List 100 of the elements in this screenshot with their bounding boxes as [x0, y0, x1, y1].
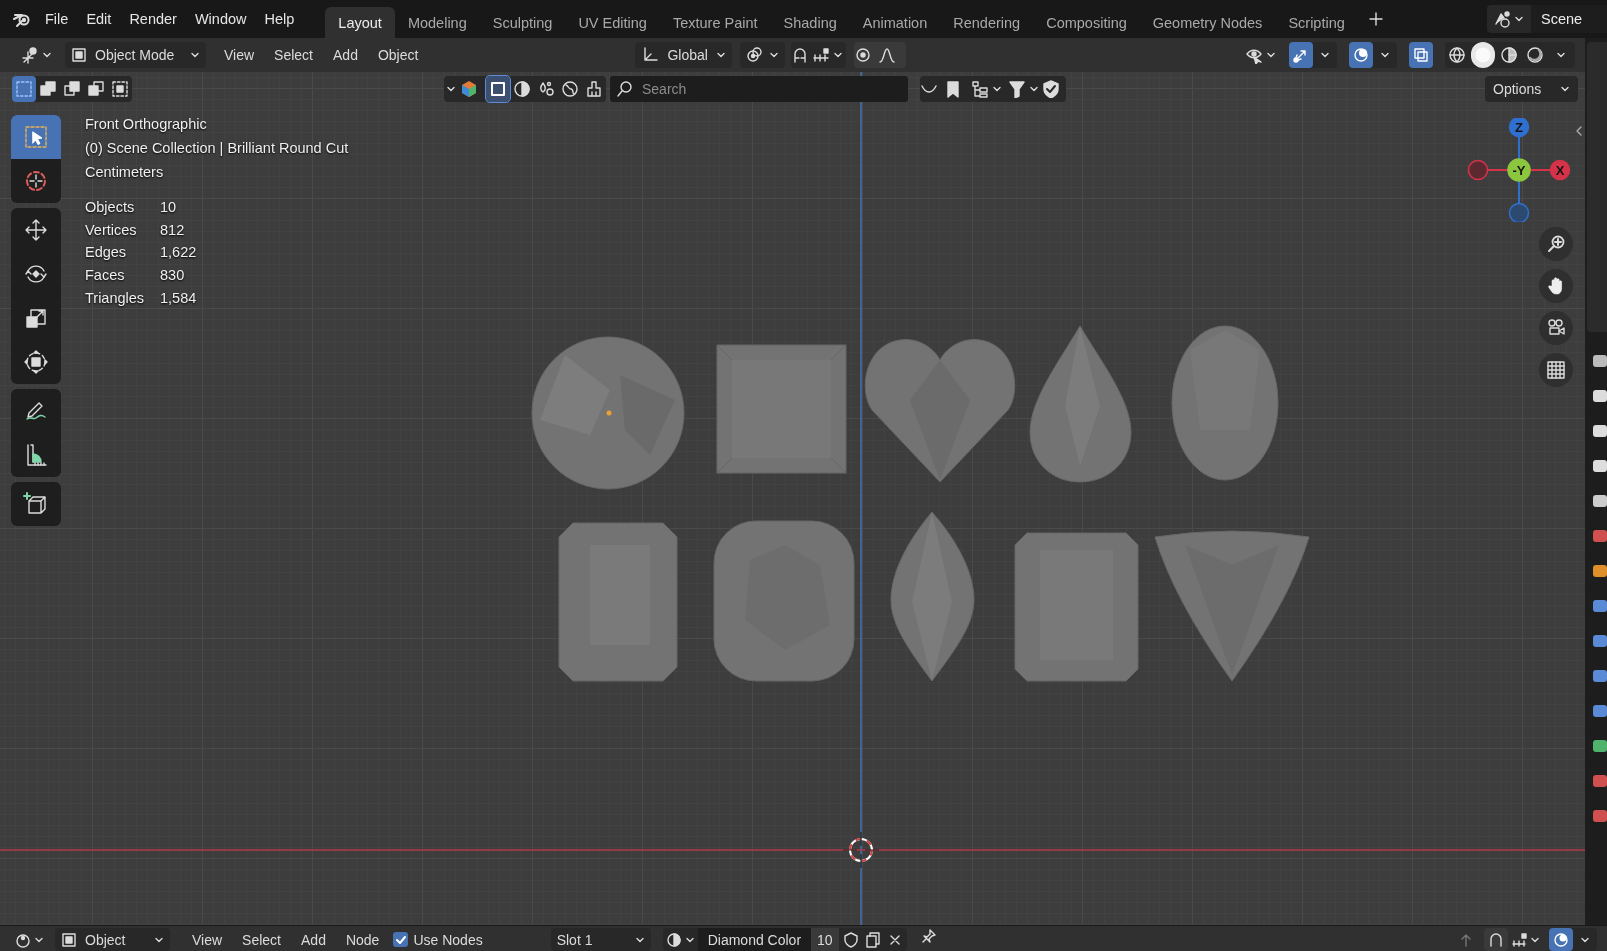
menu-item[interactable]: Node: [335, 928, 390, 951]
stat-label: Objects: [85, 198, 136, 217]
orientation-dropdown[interactable]: Global: [635, 42, 733, 68]
zoom-button[interactable]: [1539, 227, 1573, 261]
menu-item[interactable]: View: [182, 928, 233, 951]
add-icon[interactable]: [1367, 11, 1384, 27]
axis-button[interactable]: Z: [1508, 118, 1530, 138]
select-box-tool[interactable]: [11, 115, 61, 159]
camera-button[interactable]: [1539, 311, 1573, 345]
stat-value: 1,584: [160, 288, 198, 308]
workspace-tab[interactable]: Compositing: [1033, 7, 1140, 38]
menu-item[interactable]: Add: [291, 928, 336, 951]
search-field[interactable]: Search: [610, 75, 908, 102]
axis-button[interactable]: X: [1549, 159, 1571, 181]
workspace-tab[interactable]: Texture Paint: [659, 7, 771, 38]
menu-item[interactable]: Edit: [77, 6, 121, 32]
extend-selection-icon: [39, 79, 57, 98]
user-count[interactable]: 10: [811, 928, 839, 951]
shield-icon[interactable]: [1042, 79, 1060, 98]
axis-button[interactable]: [1467, 159, 1489, 181]
node-icon: [537, 79, 555, 98]
caret-icon: [1266, 50, 1276, 60]
proportional-icon[interactable]: [854, 46, 873, 64]
workspace-tab[interactable]: Shading: [770, 7, 850, 38]
properties-tab-icon[interactable]: [1591, 494, 1607, 508]
grid-button[interactable]: [1539, 353, 1573, 387]
menu-item[interactable]: View: [214, 42, 265, 68]
material-icon: [665, 931, 682, 948]
wireframe-sphere-icon: [1448, 46, 1466, 64]
object-icon: [71, 47, 87, 63]
scene-browse-button[interactable]: [1487, 5, 1531, 33]
properties-tab-icon[interactable]: [1591, 354, 1607, 368]
check-icon: [394, 933, 407, 946]
object-dropdown[interactable]: Object: [55, 928, 170, 951]
material-name-field[interactable]: Diamond Color: [697, 928, 812, 951]
workspace-tab[interactable]: UV Editing: [565, 7, 660, 38]
menu-item[interactable]: Add: [323, 42, 368, 68]
properties-tab-icon[interactable]: [1591, 564, 1607, 578]
magnet-icon: [1488, 931, 1504, 948]
caret-icon: [1514, 14, 1524, 24]
workspace-tab[interactable]: Sculpting: [479, 7, 566, 38]
caret-icon: [1380, 50, 1390, 60]
xray-toggle[interactable]: [1409, 42, 1433, 68]
invert-selection-icon: [87, 79, 105, 98]
bookmark-icon[interactable]: [944, 79, 962, 98]
workspace-tab[interactable]: Scripting: [1275, 7, 1358, 38]
menu-item[interactable]: File: [36, 6, 78, 32]
properties-tab-icon[interactable]: [1591, 424, 1607, 438]
workspace-tab[interactable]: Layout: [325, 7, 395, 38]
properties-tab-icon[interactable]: [1591, 389, 1607, 403]
properties-tab-icon[interactable]: [1591, 739, 1607, 753]
transform-icon: [23, 349, 49, 375]
axis-button[interactable]: -Y: [1507, 158, 1531, 182]
chevron-icon[interactable]: [1574, 125, 1584, 137]
scene-name-field[interactable]: Scene: [1531, 5, 1607, 33]
workspace-tab[interactable]: Modeling: [394, 7, 480, 38]
object-icon: [489, 79, 507, 98]
falloff-icon[interactable]: [878, 46, 897, 64]
checkbox[interactable]: [393, 932, 409, 947]
xray-icon: [1412, 46, 1430, 64]
menu-item[interactable]: Select: [264, 42, 323, 68]
checkbox-label: Use Nodes: [413, 931, 483, 948]
pin-icon[interactable]: [920, 928, 937, 944]
cursor-icon: [23, 168, 49, 194]
menu-item[interactable]: Render: [120, 6, 186, 32]
caret-icon: [1320, 50, 1330, 60]
workspace-tab[interactable]: Geometry Nodes: [1139, 7, 1276, 38]
axis-line: [1518, 136, 1520, 160]
snap-toggle[interactable]: [1484, 928, 1508, 951]
stat-value: 830: [160, 266, 186, 286]
options-dropdown[interactable]: Options: [1485, 75, 1578, 102]
filter-icon: [1008, 79, 1026, 98]
overlays-toggle[interactable]: [1549, 928, 1573, 951]
menu-item[interactable]: Object: [367, 42, 429, 68]
origin-dot: [606, 410, 612, 416]
workspace-tab[interactable]: Rendering: [940, 7, 1034, 38]
selection-mode-button[interactable]: [12, 75, 36, 102]
mode-dropdown[interactable]: Object Mode: [65, 42, 206, 68]
use-nodes-checkbox[interactable]: Use Nodes: [393, 928, 483, 951]
menu-item[interactable]: Help: [255, 6, 304, 32]
pivot-dropdown[interactable]: [740, 42, 786, 68]
menu-item[interactable]: Select: [232, 928, 291, 951]
hierarchy-icon: [971, 79, 989, 98]
copy-icon[interactable]: [864, 931, 881, 948]
workspace-tab[interactable]: Animation: [849, 7, 941, 38]
overlays-toggle[interactable]: [1349, 42, 1373, 68]
add-cube-icon: [23, 491, 49, 517]
properties-tab-icon[interactable]: [1591, 459, 1607, 473]
solid-shading-button[interactable]: [1471, 42, 1495, 68]
axis-line: [1518, 180, 1520, 204]
gizmos-toggle[interactable]: [1289, 42, 1313, 68]
slot-dropdown[interactable]: Slot 1: [550, 928, 651, 951]
menu-item[interactable]: Window: [185, 6, 256, 32]
pan-button[interactable]: [1539, 269, 1573, 303]
fake-user-icon[interactable]: [842, 931, 859, 948]
object-filter-button[interactable]: [486, 75, 510, 102]
stat-value: 812: [160, 220, 186, 240]
caret-icon: [190, 50, 200, 60]
world-icon: [561, 79, 579, 98]
color-cube-icon[interactable]: [460, 79, 478, 98]
